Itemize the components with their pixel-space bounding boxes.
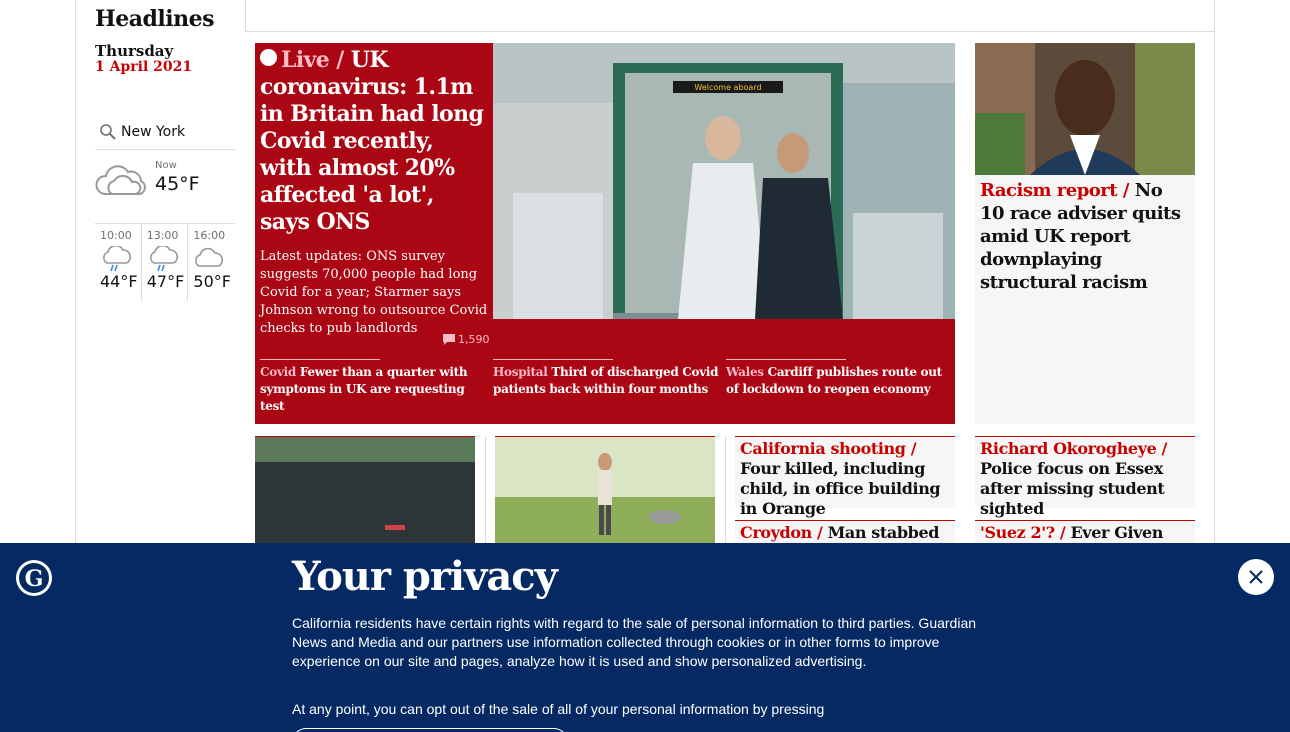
dog-walk-image[interactable] [495,436,715,546]
forecast-temp: 44°F [100,272,138,291]
privacy-banner: G Your privacy California residents have… [0,543,1290,732]
main-story-card[interactable]: Live / UK coronavirus: 1.1m in Britain h… [255,43,955,424]
live-dot-icon [260,49,277,66]
svg-text:Welcome aboard: Welcome aboard [694,83,761,92]
live-kicker: Live / [260,47,344,73]
main-story-sublinks: Covid Fewer than a quarter with symptoms… [255,359,955,424]
dateline-date: 1 April 2021 [95,59,193,75]
forecast-time: 13:00 [146,229,179,242]
rain-cloud-icon [147,244,188,272]
sublink-covid[interactable]: Covid Fewer than a quarter with symptoms… [260,359,475,415]
weather-location: New York [121,123,186,140]
racism-report-card[interactable]: Racism report / No 10 race adviser quits… [975,43,1195,424]
weather-now: Now 45°F [95,158,235,218]
divider [725,436,726,546]
sublink-hospital[interactable]: Hospital Third of discharged Covid patie… [493,359,723,398]
weather-location-input[interactable]: New York [95,114,235,150]
main-story-text: Live / UK coronavirus: 1.1m in Britain h… [255,43,493,336]
weather-now-label: Now [155,160,177,171]
search-icon [95,123,121,141]
main-standfirst: Latest updates: ONS survey suggests 70,0… [260,249,488,336]
section-title: Headlines [95,6,215,32]
forecast-temp: 50°F [193,272,231,291]
privacy-title: Your privacy [292,553,558,600]
forecast-slot: 10:00 44°F [95,224,142,301]
weather-now-temp: 45°F [155,173,200,195]
main-headline-text: UK coronavirus: 1.1m in Britain had long… [260,47,484,235]
privacy-optout-text: At any point, you can opt out of the sal… [292,701,825,717]
weather-forecast: 10:00 44°F 13:00 47°F 16:00 50°F [95,223,235,301]
story-card[interactable]: Richard Okorogheye / Police focus on Ess… [975,436,1195,518]
story-image[interactable] [975,43,1195,175]
forecast-slot: 13:00 47°F [142,224,189,301]
divider [485,436,486,546]
rain-cloud-icon [100,244,141,272]
privacy-body: California residents have certain rights… [292,615,977,669]
guardian-logo-icon: G [16,560,52,596]
forecast-time: 16:00 [193,229,226,242]
cloud-icon [193,246,235,272]
sublink-wales[interactable]: Wales Cardiff publishes route out of loc… [726,359,948,398]
cloud-icon [95,162,147,202]
main-headline[interactable]: Live / UK coronavirus: 1.1m in Britain h… [260,47,488,236]
opt-out-button[interactable] [292,728,568,732]
divider [245,0,246,32]
dateline-day: Thursday [95,42,174,60]
comment-count[interactable]: 1,590 [443,333,490,346]
svg-text:G: G [25,566,44,592]
story-card[interactable]: California shooting / Four killed, inclu… [735,436,955,518]
forecast-temp: 47°F [146,272,185,291]
close-icon [1249,570,1263,584]
crowd-image[interactable] [255,436,475,546]
close-button[interactable] [1238,559,1274,595]
forecast-slot: 16:00 50°F [188,224,235,301]
main-story-image[interactable]: Welcome aboard [493,43,955,319]
racism-report-headline[interactable]: Racism report / No 10 race adviser quits… [975,175,1195,298]
divider [245,31,1215,32]
comment-icon [443,334,455,345]
forecast-time: 10:00 [100,229,132,242]
